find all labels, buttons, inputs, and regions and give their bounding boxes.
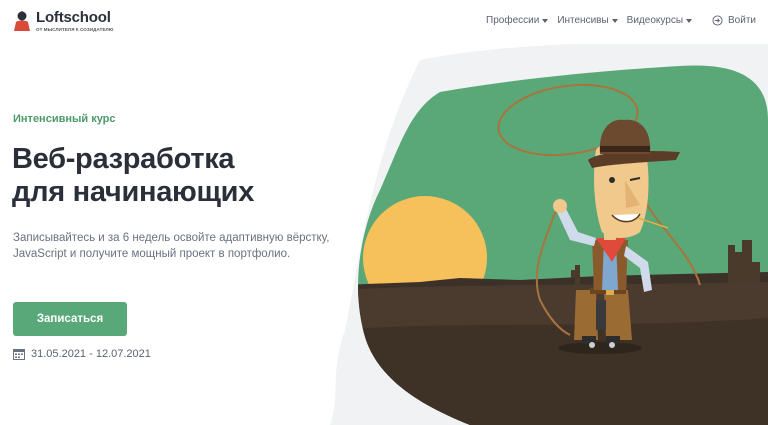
calendar-icon bbox=[13, 349, 25, 360]
nav-item-label: Профессии bbox=[486, 15, 540, 26]
caret-down-icon bbox=[542, 18, 549, 23]
nav-item-videocourses[interactable]: Видеокурсы bbox=[626, 15, 693, 26]
main-nav: Профессии Интенсивы Видеокурсы Войти bbox=[477, 15, 756, 26]
site-header: Loftschool от мыслителя к созидателю Про… bbox=[0, 0, 768, 44]
caret-down-icon bbox=[686, 18, 693, 23]
brand-tagline: от мыслителя к созидателю bbox=[36, 27, 114, 32]
hero-description: Записывайтесь и за 6 недель освойте адап… bbox=[13, 232, 330, 260]
brand-logo[interactable]: Loftschool от мыслителя к созидателю bbox=[12, 10, 114, 32]
page-title-line-1: Веб-разработка bbox=[12, 143, 235, 175]
login-icon bbox=[712, 15, 723, 26]
brand-name: Loftschool bbox=[36, 9, 111, 26]
nav-item-professions[interactable]: Профессии bbox=[486, 15, 549, 26]
loftschool-logo-icon bbox=[14, 11, 30, 31]
nav-item-label: Интенсивы bbox=[557, 15, 609, 26]
page: Loftschool от мыслителя к созидателю Про… bbox=[0, 0, 768, 425]
login-label: Войти bbox=[728, 15, 756, 26]
page-title-line-2: для начинающих bbox=[12, 176, 255, 208]
caret-down-icon bbox=[611, 18, 618, 23]
nav-item-label: Видеокурсы bbox=[626, 15, 684, 26]
hero: Интенсивный курс Веб-разработка для начи… bbox=[0, 0, 768, 425]
hero-eyebrow: Интенсивный курс bbox=[13, 113, 116, 125]
course-dates-text: 31.05.2021 - 12.07.2021 bbox=[31, 348, 151, 360]
page-title: Веб-разработка для начинающих bbox=[12, 143, 254, 209]
course-dates: 31.05.2021 - 12.07.2021 bbox=[13, 348, 151, 360]
signup-button[interactable]: Записаться bbox=[13, 302, 127, 336]
nav-item-intensives[interactable]: Интенсивы bbox=[557, 15, 618, 26]
login-link[interactable]: Войти bbox=[712, 15, 756, 26]
